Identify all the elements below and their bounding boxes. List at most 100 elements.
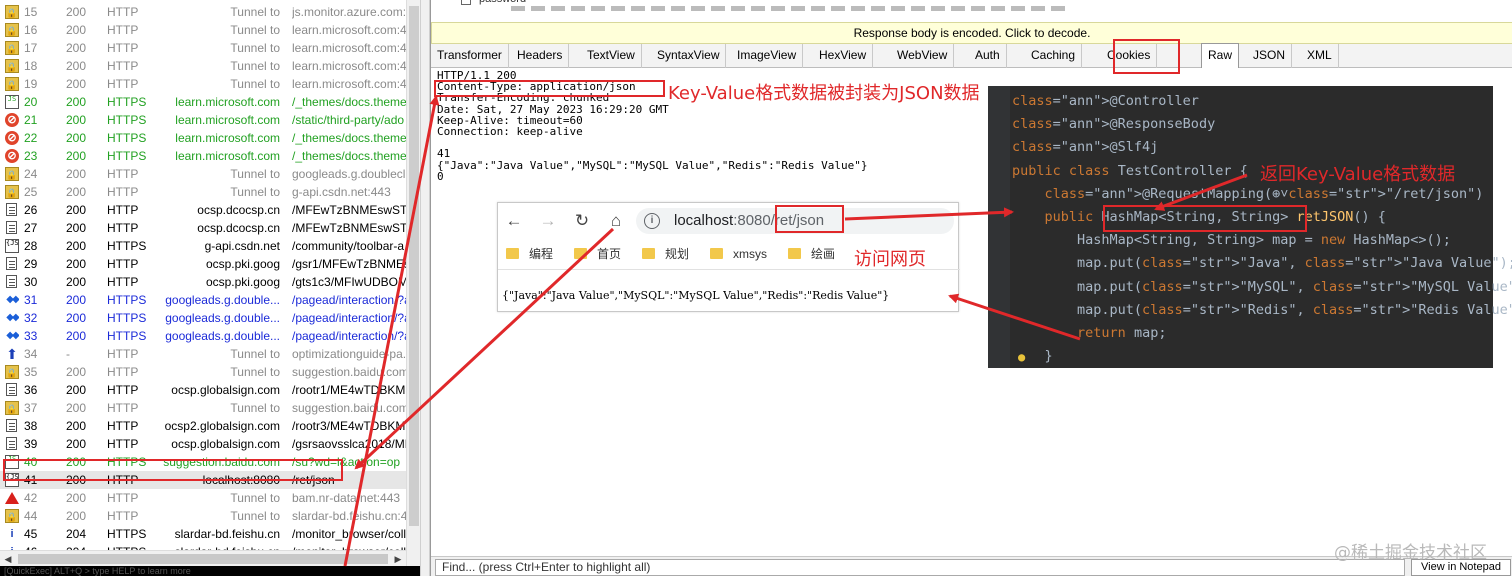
session-row[interactable]: ⬆ 34- HTTP Tunnel to optimizationguide-pa.g — [0, 345, 406, 363]
bookmark-item[interactable]: 编程 — [506, 245, 553, 263]
session-row[interactable]: 27200HTTPocsp.dcocsp.cn/MFEwTzBNMEswSTAJ — [0, 219, 406, 237]
bookmark-item[interactable]: 首页 — [574, 245, 621, 263]
bookmark-item[interactable]: 规划 — [642, 245, 689, 263]
session-icon-cell: ◆◆ — [5, 291, 21, 309]
document-icon — [6, 203, 17, 216]
folder-icon — [574, 248, 587, 259]
session-row[interactable]: ⊘ 21 200 HTTPS learn.microsoft.com/static/th… — [0, 111, 406, 129]
session-result: 200 — [66, 509, 87, 523]
session-host: Tunnel to — [230, 491, 280, 505]
raw-line: 41 — [437, 147, 451, 161]
session-row[interactable]: ◆◆ 33 200 HTTPS googleads.g.double.../pagead… — [0, 327, 406, 345]
session-icon-cell — [5, 435, 21, 453]
tab-json[interactable]: JSON — [1247, 44, 1293, 68]
session-row[interactable]: ⊘ 23 200 HTTPS learn.microsoft.com/_themes/d… — [0, 147, 406, 165]
scroll-right-icon[interactable]: ▶ — [390, 551, 406, 567]
document-icon — [6, 437, 17, 450]
session-row[interactable]: JS 20 200 HTTPS learn.microsoft.com/_themes/… — [0, 93, 406, 111]
session-number: 19 — [24, 77, 38, 91]
session-row[interactable]: ◆◆ 31 200 HTTPS googleads.g.double.../pagead… — [0, 291, 406, 309]
scroll-thumb[interactable] — [409, 6, 419, 526]
tab-raw[interactable]: Raw — [1201, 43, 1240, 68]
session-icon-cell: ⊘ — [5, 147, 21, 165]
session-host: Tunnel to — [230, 509, 280, 523]
decode-banner[interactable]: Response body is encoded. Click to decod… — [431, 22, 1512, 44]
lightbulb-icon[interactable]: ● — [1018, 351, 1028, 363]
scroll-thumb[interactable] — [18, 554, 388, 564]
session-row[interactable]: 🔒 25 200 HTTP Tunnel to g-api.csdn.net:443 — [0, 183, 406, 201]
raw-line: 0 — [437, 169, 444, 183]
session-row[interactable]: 26200HTTPocsp.dcocsp.cn/MFEwTzBNMEswSTAJ — [0, 201, 406, 219]
back-icon[interactable]: ← — [502, 209, 526, 233]
session-row[interactable]: ⊘ 22 200 HTTPS learn.microsoft.com/_themes/d… — [0, 129, 406, 147]
session-row[interactable]: 🔒 15 200 HTTP Tunnel to js.monitor.azure.com: — [0, 3, 406, 21]
session-row[interactable]: 🔒 37 200 HTTP Tunnel to suggestion.baidu.com: — [0, 399, 406, 417]
tab-transformer[interactable]: Transformer — [431, 44, 509, 68]
tab-xml[interactable]: XML — [1301, 44, 1339, 68]
session-row[interactable]: i 45 204 HTTPS slardar-bd.feishu.cn/monitor_… — [0, 525, 406, 543]
session-result: 200 — [66, 491, 87, 505]
home-icon[interactable]: ⌂ — [604, 209, 628, 233]
session-list-horizontal-scrollbar[interactable]: ◀ ▶ — [0, 550, 406, 566]
tab-webview[interactable]: WebView — [891, 44, 955, 68]
session-row[interactable]: 🔒 17 200 HTTP Tunnel to learn.microsoft.com:4 — [0, 39, 406, 57]
session-row[interactable]: 30 200 HTTP ocsp.pki.goog/gts1c3/MFIwUDBOME — [0, 273, 406, 291]
document-icon — [6, 221, 17, 234]
session-result: 200 — [66, 311, 87, 325]
tab-hexview[interactable]: HexView — [813, 44, 874, 68]
session-icon-cell — [5, 201, 21, 219]
return-annotation: 返回Key-Value格式数据 — [1260, 164, 1456, 185]
tab-caching[interactable]: Caching — [1025, 44, 1083, 68]
bookmark-item[interactable]: xmsys — [710, 245, 767, 263]
session-icon-cell — [5, 417, 21, 435]
raw-line — [437, 137, 997, 148]
tab-auth[interactable]: Auth — [969, 44, 1007, 68]
forward-icon[interactable]: → — [536, 209, 560, 233]
session-row[interactable]: 29200HTTPocsp.pki.goog/gsr1/MFEwTzBNMEsw — [0, 255, 406, 273]
reload-icon[interactable]: ↻ — [570, 209, 594, 233]
session-row[interactable]: ◆◆ 32 200 HTTPS googleads.g.double.../pagead… — [0, 309, 406, 327]
code-line: class="ann">@ResponseBody — [1012, 116, 1216, 133]
session-row[interactable]: 39 200 HTTP ocsp.globalsign.com/gsrsaovsslc… — [0, 435, 406, 453]
session-host: ocsp.globalsign.com — [171, 383, 280, 397]
site-info-icon[interactable]: i — [644, 213, 660, 229]
tab-textview[interactable]: TextView — [581, 44, 642, 68]
password-checkbox[interactable] — [461, 0, 471, 5]
find-input[interactable]: Find... (press Ctrl+Enter to highlight a… — [435, 559, 1405, 576]
session-result: 200 — [66, 113, 87, 127]
raw-line: Connection: keep-alive — [437, 124, 583, 138]
session-row[interactable]: 36 200 HTTP ocsp.globalsign.com/rootr1/ME4w… — [0, 381, 406, 399]
bookmark-item[interactable]: 绘画 — [788, 245, 835, 263]
tab-headers[interactable]: Headers — [511, 44, 570, 68]
session-host: Tunnel to — [230, 5, 280, 19]
session-row[interactable]: 🔒 44 200 HTTP Tunnel to slardar-bd.feishu.cn:… — [0, 507, 406, 525]
session-icon-cell — [5, 489, 21, 507]
session-row[interactable]: 🔒 19 200 HTTP Tunnel to learn.microsoft.com:4 — [0, 75, 406, 93]
session-number: 23 — [24, 149, 38, 163]
pane-splitter[interactable] — [420, 0, 430, 576]
session-number: 34 — [24, 347, 38, 361]
session-number: 42 — [24, 491, 38, 505]
session-icon-cell: 🔒 — [5, 507, 21, 525]
session-row[interactable]: 🔒 16 200 HTTP Tunnel to learn.microsoft.com:4 — [0, 21, 406, 39]
session-list-vertical-scrollbar[interactable] — [406, 0, 420, 566]
tab-imageview[interactable]: ImageView — [731, 44, 804, 68]
scroll-left-icon[interactable]: ◀ — [0, 551, 16, 567]
quickexec-bar[interactable]: [QuickExec] ALT+Q > type HELP to learn m… — [0, 566, 420, 576]
session-number: 31 — [24, 293, 38, 307]
tab-syntaxview[interactable]: SyntaxView — [651, 44, 727, 68]
session-row[interactable]: 42 200 HTTP Tunnel to bam.nr-data.net:443 — [0, 489, 406, 507]
lock-icon: 🔒 — [5, 365, 19, 379]
session-host: Tunnel to — [230, 77, 280, 91]
session-number: 18 — [24, 59, 38, 73]
session-host: Tunnel to — [230, 23, 280, 37]
session-row[interactable]: 🔒 35 200 HTTP Tunnel to suggestion.baidu.com: — [0, 363, 406, 381]
session-url: /pagead/interaction/?a — [292, 329, 406, 343]
session-url: /gsrsaovsslca2018/ME — [292, 437, 406, 451]
session-host: learn.microsoft.com — [175, 95, 280, 109]
session-row[interactable]: 🔒 24 200 HTTP Tunnel to googleads.g.doublecli — [0, 165, 406, 183]
session-row[interactable]: 🔒 18 200 HTTP Tunnel to learn.microsoft.com:4 — [0, 57, 406, 75]
session-row[interactable]: 38 200 HTTP ocsp2.globalsign.com/rootr3/ME4… — [0, 417, 406, 435]
session-row[interactable]: {JS}28200HTTPSg-api.csdn.net/community/t… — [0, 237, 406, 255]
session-host: ocsp.pki.goog — [205, 257, 280, 271]
